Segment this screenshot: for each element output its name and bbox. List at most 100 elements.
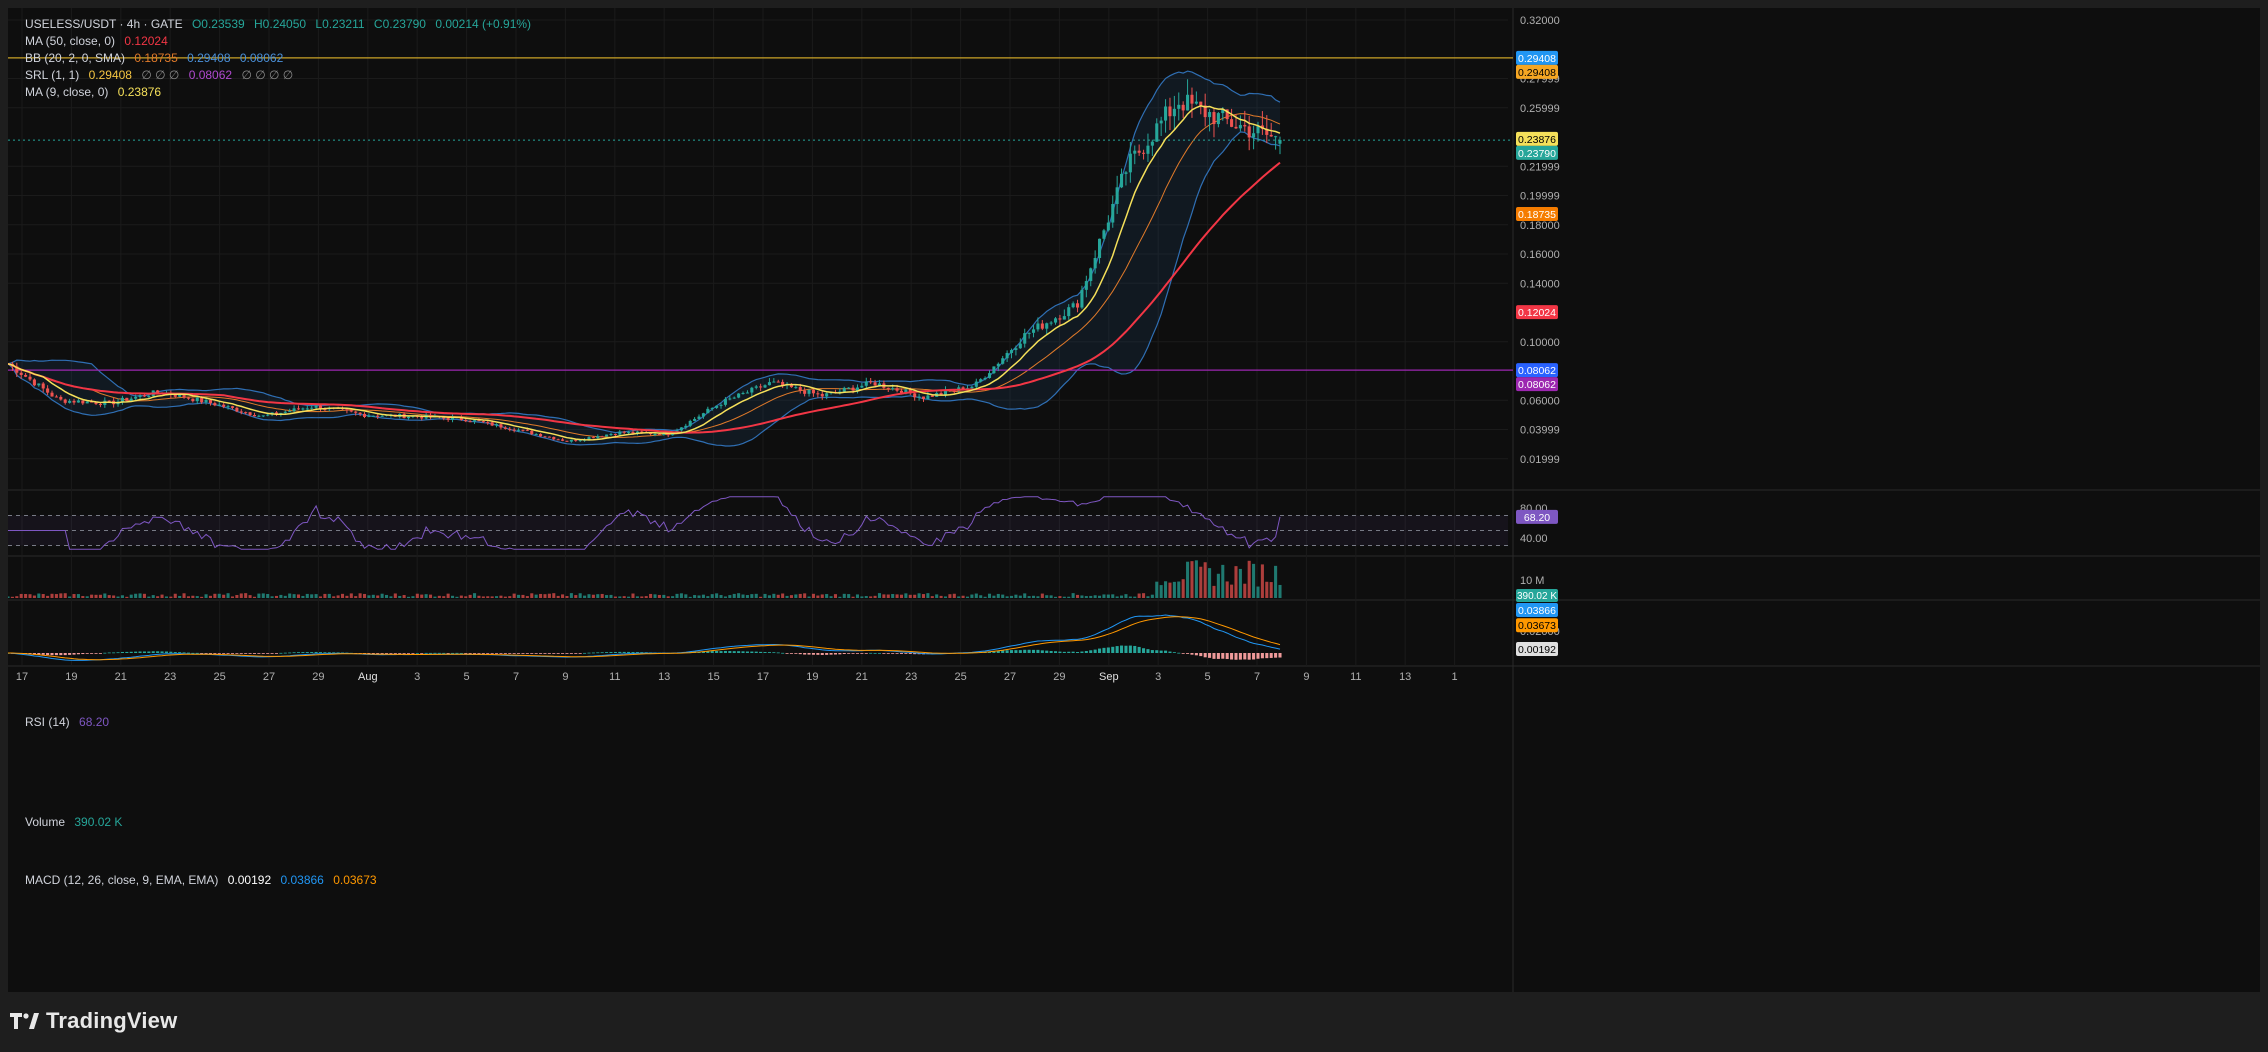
rsi-value: 68.20 — [79, 715, 110, 729]
volume-bar — [587, 594, 591, 598]
ohlc-low: L0.23211 — [315, 17, 365, 31]
price-tick-label: 0.10000 — [1520, 337, 1560, 349]
volume-bar — [1159, 585, 1163, 598]
macd-histogram-bar — [851, 653, 855, 654]
candle-body — [208, 399, 212, 404]
candle-body — [147, 396, 151, 398]
volume-bar — [1124, 594, 1128, 598]
volume-bar — [459, 595, 463, 598]
volume-bar — [1230, 584, 1234, 598]
legend-macd[interactable]: MACD (12, 26, close, 9, EMA, EMA) 0.0019… — [25, 873, 383, 887]
macd-histogram-bar — [490, 653, 494, 654]
legend-ma50[interactable]: MA (50, close, 0) 0.12024 — [25, 34, 174, 48]
candle-body — [565, 440, 569, 442]
macd-histogram-bar — [1142, 648, 1146, 653]
time-tick-label: 11 — [1350, 671, 1361, 683]
legend-rsi[interactable]: RSI (14) 68.20 — [25, 715, 115, 729]
chart-canvas[interactable]: 17 19 21 23 25 27 29 Aug 3 5 7 9 11 13 15 17 19 21 23 25 27 2… — [8, 8, 2260, 992]
footer: TradingView — [10, 1005, 177, 1037]
macd-histogram-bar — [825, 653, 829, 655]
volume-bar — [622, 596, 626, 598]
candle-body — [1238, 125, 1242, 129]
time-tick-label: 15 — [707, 671, 719, 683]
volume-bar — [877, 593, 882, 598]
macd-histogram-bar — [1190, 653, 1194, 655]
candle-body — [41, 383, 45, 389]
volume-bar — [125, 596, 129, 598]
macd-histogram-bar — [446, 653, 450, 654]
candle-body — [860, 385, 864, 388]
macd-histogram-bar — [517, 653, 521, 654]
volume-bar — [772, 593, 776, 598]
macd-histogram-bar — [539, 653, 543, 654]
volume-bar — [1084, 596, 1088, 598]
time-tick-label: 3 — [1155, 671, 1161, 683]
volume-bar — [1150, 594, 1154, 598]
candle-body — [534, 433, 538, 435]
volume-bar — [1005, 596, 1009, 598]
candle-body — [508, 428, 512, 430]
candle-body — [1216, 113, 1220, 125]
macd-histogram-bar — [732, 651, 736, 653]
candle-body — [380, 415, 384, 417]
volume-bar — [490, 596, 494, 598]
candle-body — [811, 389, 815, 394]
price-tick-label: 0.21999 — [1520, 161, 1560, 173]
volume-bar — [1098, 595, 1102, 598]
candle-body — [767, 382, 771, 386]
legend-ma9[interactable]: MA (9, close, 0) 0.23876 — [25, 85, 167, 99]
volume-bar — [1221, 564, 1225, 598]
candle-body — [1247, 126, 1251, 138]
volume-bar — [411, 596, 415, 598]
candle-body — [600, 436, 604, 438]
volume-bar — [402, 595, 406, 598]
macd-histogram-bar — [468, 653, 472, 654]
price-tick-label: 0.18000 — [1520, 220, 1560, 232]
volume-bar — [37, 593, 41, 598]
macd-histogram-bar — [1208, 653, 1212, 658]
chart-frame[interactable]: 17 19 21 23 25 27 29 Aug 3 5 7 9 11 13 15 17 19 21 23 25 27 2… — [8, 8, 2260, 992]
candle-body — [354, 411, 358, 413]
volume-bar — [195, 596, 199, 598]
price-tick-label: 0.16000 — [1520, 249, 1560, 261]
volume-bar — [1238, 568, 1242, 598]
legend-volume[interactable]: Volume 390.02 K — [25, 815, 128, 829]
ma9-label: MA (9, close, 0) — [25, 85, 109, 99]
volume-bar — [217, 593, 221, 598]
symbol-title[interactable]: USELESS/USDT · 4h · GATE — [25, 17, 183, 31]
volume-bar — [512, 593, 516, 598]
volume-bar — [151, 595, 155, 598]
srl-empty-1: ∅ ∅ ∅ — [141, 68, 180, 82]
tradingview-logo-icon[interactable] — [10, 1011, 42, 1031]
volume-bar — [891, 594, 895, 598]
candle-body — [28, 376, 32, 380]
tradingview-brand[interactable]: TradingView — [46, 1008, 177, 1034]
candle-body — [1274, 136, 1278, 138]
volume-bar — [948, 594, 952, 598]
macd-histogram-bar — [873, 652, 877, 654]
macd-histogram-bar — [807, 653, 811, 655]
candle-body — [803, 390, 807, 394]
volume-bar — [657, 594, 661, 598]
candle-body — [1067, 307, 1071, 317]
legend-srl[interactable]: SRL (1, 1) 0.29408 ∅ ∅ ∅ 0.08062 ∅ ∅ ∅ ∅ — [25, 68, 299, 82]
macd-histogram-bar — [1124, 645, 1128, 653]
macd-histogram-bar — [829, 653, 833, 655]
macd-histogram-bar — [1230, 653, 1234, 660]
candle-body — [728, 398, 732, 400]
volume-bar — [882, 594, 886, 598]
macd-histogram-bar — [842, 653, 846, 655]
volume-bar — [32, 595, 36, 598]
macd-histogram-bar — [222, 653, 226, 654]
candle-body — [244, 412, 248, 414]
volume-bar — [486, 596, 490, 598]
ma50-label: MA (50, close, 0) — [25, 34, 116, 48]
candle-body — [1080, 289, 1084, 308]
volume-bar — [943, 596, 948, 598]
volume-bar — [847, 594, 851, 598]
macd-histogram-bar — [283, 652, 287, 654]
volume-bar — [833, 594, 837, 598]
legend-bb[interactable]: BB (20, 2, 0, SMA) 0.18735 0.29408 0.080… — [25, 51, 289, 65]
volume-bar — [208, 595, 212, 598]
macd-line-value: 0.03866 — [280, 873, 324, 887]
